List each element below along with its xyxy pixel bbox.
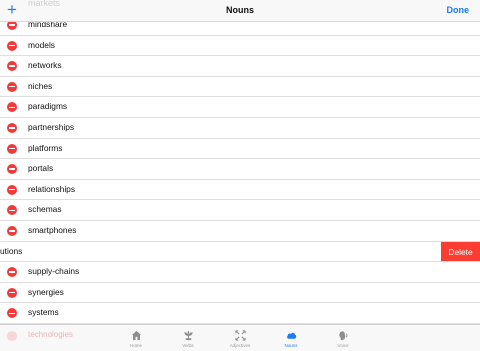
list-item[interactable]: synergies [0,282,480,304]
list-item[interactable]: relationships [0,179,480,201]
arrows-icon [234,330,246,341]
list-item-label: synergies [28,286,64,297]
tab-label: Home [129,342,142,348]
list-item-label: platforms [28,142,63,153]
navigation-bar: markets + Nouns Done [0,0,480,22]
delete-toggle-icon[interactable] [7,287,17,298]
list-item-label: networks [28,60,62,71]
list-item[interactable]: platforms [0,138,480,160]
list-item[interactable]: smartphones [0,220,480,242]
delete-toggle-icon[interactable] [7,40,17,51]
list-item[interactable]: networks [0,56,480,77]
tab-label: Adjectives [229,342,251,348]
tab-label: Verbs [182,342,194,348]
list-item-label: portals [28,163,54,174]
page-title: Nouns [226,5,254,15]
noun-list: mindshare models networks niches paradig… [0,15,480,324]
plant-icon [183,330,193,341]
delete-toggle-icon[interactable] [7,61,17,72]
tab-label: Voice [337,342,349,348]
tab-bar: technologies Home Verbs Adjectives Nouns [0,324,480,351]
list-item-label: schemas [28,204,62,215]
list-item-label: smartphones [28,224,77,235]
delete-toggle-icon[interactable] [7,143,17,154]
delete-toggle-icon[interactable] [7,122,17,133]
list-item-label: supply-chains [28,266,80,277]
list-item[interactable]: supply-chains [0,262,480,283]
scrolled-minus-icon [7,331,17,341]
list-item-label: niches [28,80,53,91]
list-item-label: systems [28,307,59,318]
list-item[interactable]: schemas [0,200,480,221]
delete-toggle-icon[interactable] [7,267,17,278]
list-item-label: paradigms [28,101,68,112]
delete-toggle-icon[interactable] [7,81,17,92]
delete-toggle-icon[interactable] [7,225,17,236]
delete-toggle-icon[interactable] [7,308,17,319]
list-item-swiped[interactable]: utions Delete [0,241,480,263]
tab-adjectives[interactable]: Adjectives [220,330,260,348]
speaker-icon [338,331,347,341]
tab-nouns[interactable]: Nouns [271,330,311,348]
delete-toggle-icon[interactable] [7,102,17,113]
list-item-label: utions [0,245,23,256]
tab-home[interactable]: Home [116,330,156,348]
list-item[interactable]: paradigms [0,97,480,118]
delete-toggle-icon[interactable] [7,164,17,175]
tab-voice[interactable]: Voice [323,330,363,348]
list-item[interactable]: systems [0,303,480,324]
cloud-icon [286,332,296,339]
done-button[interactable]: Done [447,5,470,15]
scrolled-item-text: technologies [28,330,73,339]
list-item-label: partnerships [28,121,75,132]
list-item[interactable]: niches [0,76,480,98]
delete-button[interactable]: Delete [441,241,480,262]
tab-verbs[interactable]: Verbs [168,330,208,348]
list-item-label: models [28,39,55,50]
delete-toggle-icon[interactable] [7,184,17,195]
list-item[interactable]: portals [0,159,480,180]
delete-toggle-icon[interactable] [7,205,17,216]
list-item[interactable]: models [0,35,480,57]
tab-label: Nouns [284,342,298,348]
list-item-label: relationships [28,183,76,194]
list-item[interactable]: partnerships [0,117,480,139]
house-icon [131,330,141,341]
